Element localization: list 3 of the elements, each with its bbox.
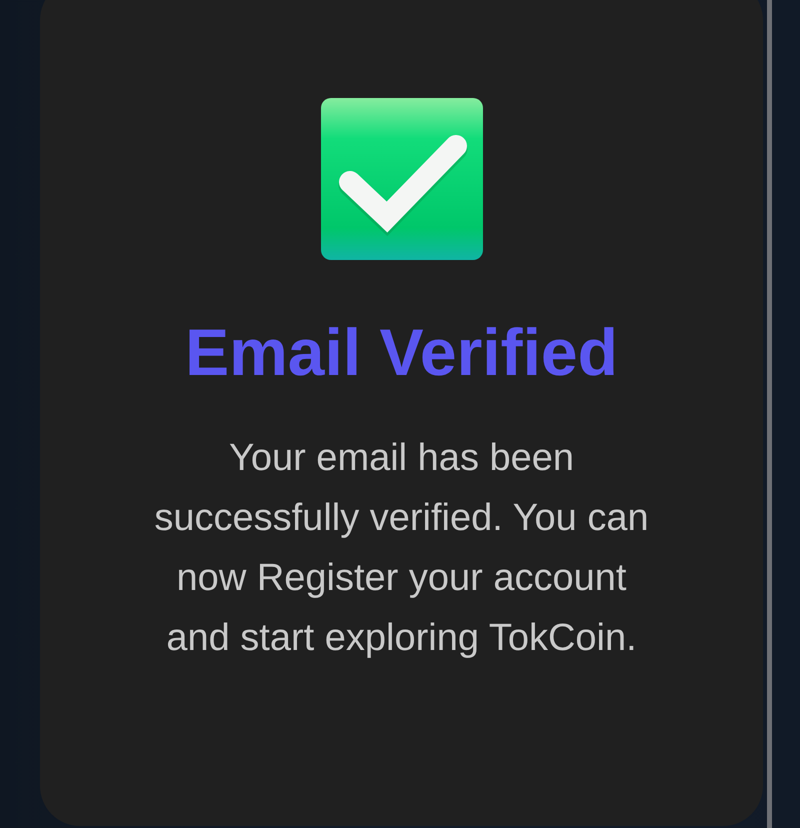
verification-message: Your email has been successfully verified. You can now Register your account and start exploring TokCoin.: [153, 436, 650, 661]
check-mark-icon: [320, 98, 482, 260]
card-title: Email Verified: [185, 314, 618, 391]
